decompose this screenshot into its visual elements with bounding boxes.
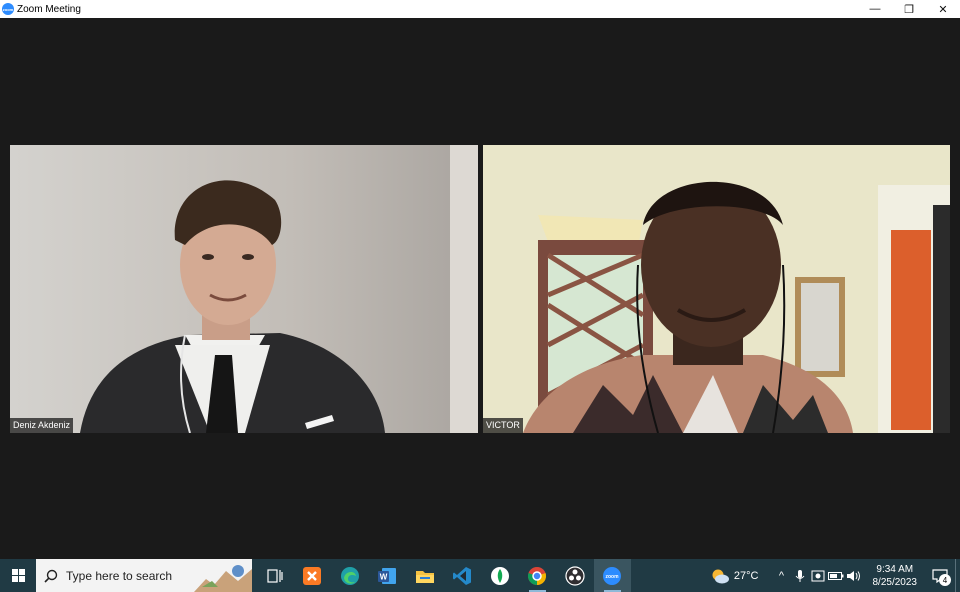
participant-video xyxy=(10,145,478,433)
taskbar-app-file-explorer[interactable] xyxy=(406,559,444,592)
svg-text:zoom: zoom xyxy=(606,574,620,580)
word-icon: W xyxy=(378,567,397,584)
participant-video xyxy=(483,145,950,433)
chrome-icon xyxy=(528,566,547,585)
task-view-icon xyxy=(267,568,283,583)
window-controls: — ❐ ✕ xyxy=(858,0,960,18)
svg-text:W: W xyxy=(380,572,388,581)
pinned-apps: W zoom xyxy=(256,559,631,592)
taskbar-app-xampp[interactable] xyxy=(294,559,332,592)
start-button[interactable] xyxy=(0,559,36,592)
microphone-tray-button[interactable] xyxy=(791,559,809,592)
taskbar-search-box[interactable]: Type here to search xyxy=(36,559,252,592)
windows-logo-icon xyxy=(11,569,25,582)
restore-button[interactable]: ❐ xyxy=(892,0,926,18)
weather-widget[interactable]: 27°C xyxy=(710,567,759,585)
battery-tray-button[interactable] xyxy=(827,559,845,592)
taskbar-app-edge[interactable] xyxy=(331,559,369,592)
security-tray-button[interactable] xyxy=(809,559,827,592)
vscode-icon xyxy=(453,566,472,585)
security-icon xyxy=(811,570,824,581)
participant-name-label: VICTOR xyxy=(483,418,523,433)
microphone-icon xyxy=(795,569,804,582)
mongodb-compass-icon xyxy=(490,566,509,585)
window-title: Zoom Meeting xyxy=(17,3,81,15)
taskbar-app-word[interactable]: W xyxy=(369,559,407,592)
minimize-button[interactable]: — xyxy=(858,0,892,18)
volume-icon xyxy=(846,570,860,581)
taskbar-app-vscode[interactable] xyxy=(444,559,482,592)
obs-studio-icon xyxy=(565,565,585,586)
edge-icon xyxy=(340,566,359,585)
battery-icon xyxy=(827,571,843,580)
volume-tray-button[interactable] xyxy=(845,559,863,592)
taskbar-clock[interactable]: 9:34 AM 8/25/2023 xyxy=(873,563,918,589)
search-highlight-illustration-icon xyxy=(194,559,252,592)
close-button[interactable]: ✕ xyxy=(926,0,960,18)
participant-name-label: Deniz Akdeniz xyxy=(10,418,74,433)
search-icon xyxy=(44,569,58,583)
taskbar-app-obs-studio[interactable] xyxy=(556,559,594,592)
notifications-button[interactable]: 4 xyxy=(925,559,955,592)
clock-date: 8/25/2023 xyxy=(872,576,918,588)
show-hidden-icons-button[interactable]: ^ xyxy=(773,559,791,592)
partly-cloudy-icon xyxy=(712,569,729,583)
taskbar-app-zoom[interactable]: zoom xyxy=(593,559,631,592)
notification-count-badge: 4 xyxy=(939,574,951,586)
file-explorer-icon xyxy=(415,570,434,583)
taskbar-app-mongodb-compass[interactable] xyxy=(481,559,519,592)
search-placeholder: Type here to search xyxy=(66,568,173,583)
clock-time: 9:34 AM xyxy=(876,563,914,575)
show-desktop-button[interactable] xyxy=(955,559,960,592)
windows-taskbar: Type here to search W zoom 27°C ^ 9:34 A… xyxy=(0,559,960,592)
participant-video-tile[interactable]: VICTOR xyxy=(483,145,950,433)
task-view-button[interactable] xyxy=(256,559,294,592)
zoom-app-icon: zoom xyxy=(2,3,14,15)
participant-video-tile[interactable]: Deniz Akdeniz xyxy=(10,145,478,433)
xampp-icon xyxy=(303,566,322,585)
zoom-icon: zoom xyxy=(603,566,622,585)
system-tray: 27°C ^ 9:34 AM 8/25/2023 4 xyxy=(710,559,960,592)
weather-temperature: 27°C xyxy=(733,569,759,582)
taskbar-app-chrome[interactable] xyxy=(519,559,557,592)
window-title-bar: zoom Zoom Meeting — ❐ ✕ xyxy=(0,0,960,18)
meeting-gallery: Deniz Akdeniz VICTOR xyxy=(0,18,960,559)
